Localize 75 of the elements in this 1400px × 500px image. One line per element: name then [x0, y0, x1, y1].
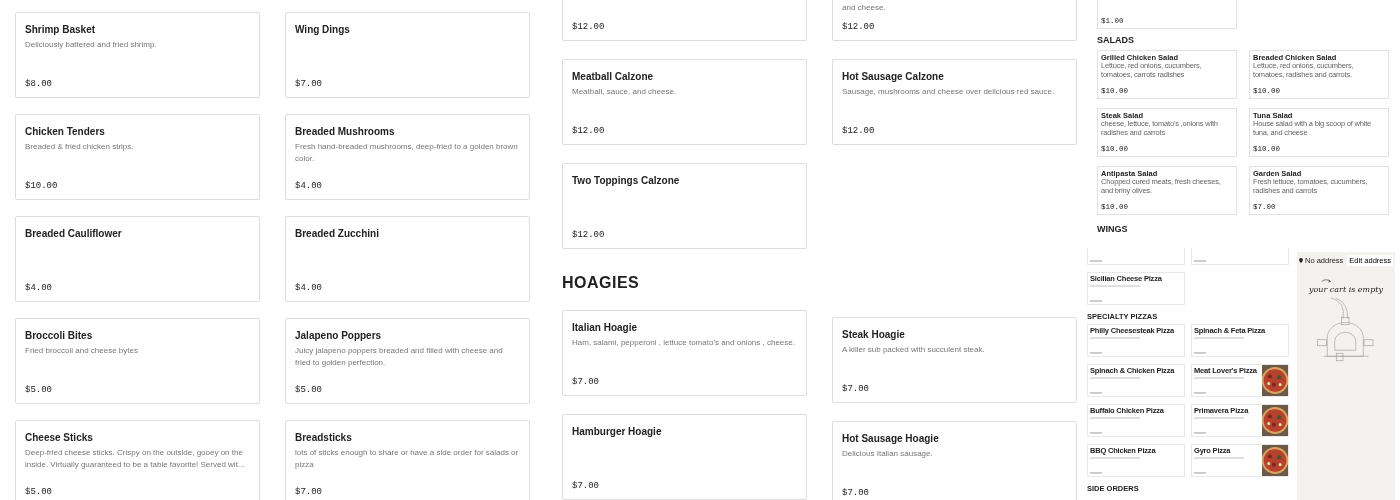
item-description: Deliciously battered and fried shrimp. [25, 39, 158, 51]
item-price: $4.00 [295, 283, 323, 293]
item-description: Deep-fried cheese sticks. Crispy on the outside, gooey on the inside. Virtually guaranteed to be a table favorite! Served wit... [25, 447, 246, 471]
item-price: $7.00 [295, 79, 323, 89]
item-description: and cheese. [842, 2, 887, 14]
item-name: Two Toppings Calzone [572, 175, 681, 186]
location-pin-icon [1299, 258, 1303, 263]
item-name: Cheese Sticks [25, 432, 94, 443]
menu-item-card[interactable]: Italian Hoagie Ham, salami, pepperoni , lettuce tomato's and onions , cheese. $7.00 [562, 310, 807, 396]
item-price: $12.00 [572, 22, 606, 32]
item-name: Jalapeno Poppers [295, 330, 383, 341]
menu-item-card[interactable]: $12.00 [562, 0, 807, 41]
item-price: $7.00 [842, 384, 870, 394]
menu-item-card[interactable]: Two Toppings Calzone $12.00 [562, 163, 807, 249]
menu-item-card[interactable]: Steak Hoagie A killer sub packed with succulent steak. $7.00 [832, 317, 1077, 403]
item-price: $12.00 [572, 230, 606, 240]
item-description: Juicy jalapeno poppers breaded and filled with cheese and fried to golden perfection. [295, 345, 504, 369]
item-name: Hot Sausage Calzone [842, 71, 945, 82]
item-price: $7.00 [842, 488, 870, 498]
item-description: Sausage, mushrooms and cheese over delicious red sauce. [842, 86, 1056, 98]
curved-arrow-icon [1321, 278, 1333, 285]
section-heading: SALADS [1097, 35, 1135, 45]
item-description: Fresh hand-breaded mushrooms, deep-fried to a golden brown color. [295, 141, 519, 165]
item-price: $12.00 [842, 126, 876, 136]
item-name: Breaded Zucchini [295, 228, 380, 239]
item-name: Italian Hoagie [572, 322, 638, 333]
item-name: Steak Hoagie [842, 329, 906, 340]
item-price: $7.00 [295, 487, 323, 497]
item-price: $7.00 [572, 481, 600, 491]
item-price: $5.00 [25, 385, 53, 395]
menu-item-card[interactable]: Wing Dings $7.00 [285, 12, 530, 98]
menu-item-card[interactable]: Breadsticks lots of sticks enough to share or have a side order for salads or pizza $7.00 [285, 420, 530, 500]
item-price: $12.00 [842, 22, 876, 32]
item-name: Breaded Mushrooms [295, 126, 396, 137]
item-name: Meatball Calzone [572, 71, 655, 82]
item-price: $4.00 [25, 283, 53, 293]
item-price: $5.00 [295, 385, 323, 395]
item-price: $8.00 [25, 79, 53, 89]
empty-cart-message: your cart is empty [1308, 285, 1384, 294]
item-price: $4.00 [295, 181, 323, 191]
menu-item-card[interactable]: Chicken Tenders Breaded & fried chicken strips. $10.00 [15, 114, 260, 200]
item-description: Ham, salami, pepperoni , lettuce tomato's and onions , cheese. [572, 337, 796, 349]
section-heading: HOAGIES [562, 273, 641, 292]
item-description: Delicious Italian sausage. [842, 448, 934, 460]
item-name: Hot Sausage Hoagie [842, 433, 940, 444]
item-description: A killer sub packed with succulent steak. [842, 344, 986, 356]
menu-item-card[interactable]: Broccoli Bites Fried broccoli and cheese bytes $5.00 [15, 318, 260, 404]
item-name: Wing Dings [295, 24, 351, 35]
section-heading: WINGS [1097, 224, 1129, 234]
item-description: Fried broccoli and cheese bytes [25, 345, 139, 357]
item-name: Breaded Cauliflower [25, 228, 123, 239]
item-name: Breadsticks [295, 432, 353, 443]
menu-item-card[interactable]: Hamburger Hoagie $7.00 [562, 414, 807, 500]
menu-item-card[interactable]: and cheese. $12.00 [832, 0, 1077, 41]
menu-item-card[interactable]: Jalapeno Poppers Juicy jalapeno poppers breaded and filled with cheese and fried to golden perfection. $5.00 [285, 318, 530, 404]
item-description: Meatball, sauce, and cheese. [572, 86, 678, 98]
menu-item-card[interactable]: Breaded Mushrooms Fresh hand-breaded mushrooms, deep-fried to a golden brown color. $4.00 [285, 114, 530, 200]
item-price: $10.00 [25, 181, 59, 191]
item-price: $5.00 [25, 487, 53, 497]
menu-item-card[interactable]: Shrimp Basket Deliciously battered and fried shrimp. $8.00 [15, 12, 260, 98]
item-description: lots of sticks enough to share or have a side order for salads or pizza [295, 447, 520, 471]
menu-item-card[interactable]: Hot Sausage Calzone Sausage, mushrooms and cheese over delicious red sauce. $12.00 [832, 59, 1077, 145]
menu-item-card[interactable]: Cheese Sticks Deep-fried cheese sticks. Crispy on the outside, gooey on the inside. Virtually guaranteed to be a table favorite! Served wit... $5.00 [15, 420, 260, 500]
item-price: $7.00 [572, 377, 600, 387]
item-name: Shrimp Basket [25, 24, 97, 35]
item-name: Broccoli Bites [25, 330, 94, 341]
menu-item-card[interactable]: Hot Sausage Hoagie Delicious Italian sausage. $7.00 [832, 421, 1077, 500]
item-name: Hamburger Hoagie [572, 426, 663, 437]
item-price: $12.00 [572, 126, 606, 136]
oven-drawing [1316, 296, 1376, 364]
menu-item-card[interactable]: Meatball Calzone Meatball, sauce, and cheese. $12.00 [562, 59, 807, 145]
menu-item-card[interactable]: Breaded Cauliflower $4.00 [15, 216, 260, 302]
item-description: Breaded & fried chicken strips. [25, 141, 135, 153]
menu-item-card[interactable]: Breaded Zucchini $4.00 [285, 216, 530, 302]
item-name: Chicken Tenders [25, 126, 106, 137]
